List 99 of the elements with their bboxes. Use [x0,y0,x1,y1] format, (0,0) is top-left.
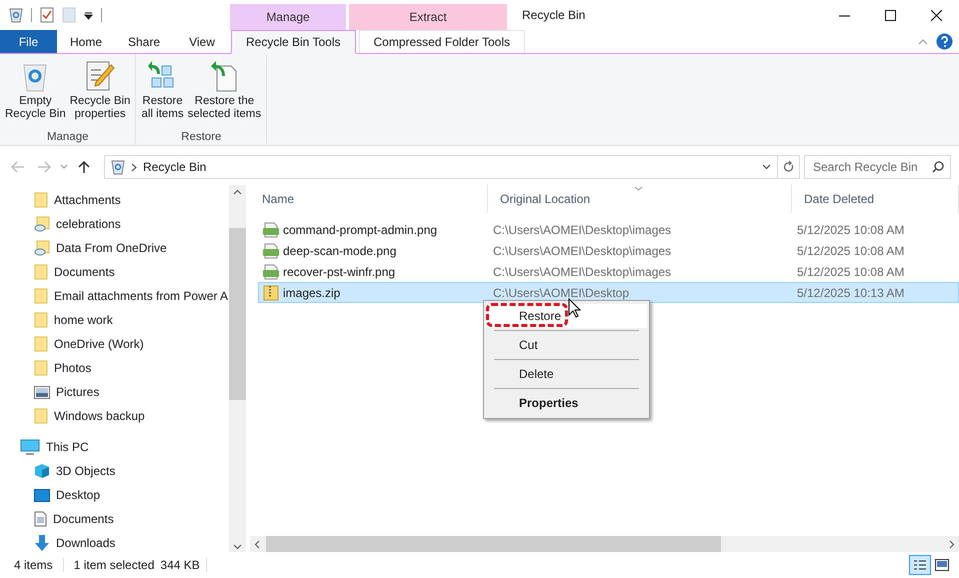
nav-item[interactable]: Documents [0,507,229,531]
image-file-icon [263,222,279,238]
scroll-up-icon[interactable] [233,189,242,195]
image-file-icon [263,242,279,258]
nav-item[interactable]: Documents [0,260,229,284]
nav-item[interactable]: This PC [0,435,229,459]
file-row[interactable]: command-prompt-admin.png C:\Users\AOMEI\Desktop\images 5/12/2025 10:08 AM [258,219,959,240]
ribbon-button[interactable]: Empty Recycle Bin [4,58,67,131]
dropdown-icon[interactable] [84,10,93,20]
ribbon-button[interactable]: Restore the selected items [186,58,262,131]
desktop-icon [34,488,50,502]
search-field[interactable]: Search Recycle Bin [804,155,951,179]
nav-item[interactable]: OneDrive (Work) [0,332,229,356]
folder-icon [34,360,48,376]
scroll-right-icon[interactable] [949,540,955,548]
restore-selected-icon [209,60,240,92]
zip-folder-icon [263,284,279,300]
vertical-scrollbar[interactable] [229,185,246,552]
pictures-icon [34,386,50,398]
horizontal-scrollbar[interactable] [250,536,959,552]
download-arrow-icon [34,535,50,551]
folder-icon [34,288,48,304]
checklist-icon[interactable] [40,7,54,23]
folder-icon [34,408,48,424]
refresh-icon [783,161,794,173]
details-list-icon [913,559,927,571]
group-label: Manage [46,131,90,143]
computer-icon [20,438,40,456]
recycle-bin-icon [111,160,125,174]
column-header[interactable]: Date Deleted [792,185,959,213]
status-text: 4 items [14,558,54,572]
linked-folder-icon [34,240,50,256]
nav-item[interactable]: 3D Objects [0,459,229,483]
nav-item[interactable]: Email attachments from Power A [0,284,229,308]
ribbon-tab[interactable]: File [0,30,57,53]
file-name: images.zip [283,286,340,300]
collapse-ribbon-icon[interactable] [918,38,928,44]
dropdown-icon[interactable] [762,164,771,170]
status-text: 344 KB [160,558,200,572]
image-file-icon [263,264,279,280]
nav-item[interactable]: celebrations [0,212,229,236]
address-path: Recycle Bin [143,160,206,174]
folder-icon [34,192,48,208]
search-icon [932,161,944,173]
folder-icon [34,336,48,352]
folder-icon [34,264,48,280]
group-label: Restore [180,131,222,143]
properties-pencil-icon [85,60,116,92]
ribbon-button[interactable]: Recycle Bin properties [68,58,132,131]
nav-item[interactable]: Attachments [0,188,229,212]
nav-item[interactable]: Downloads [0,531,229,552]
nav-item[interactable]: Pictures [0,380,229,404]
large-icons-icon [935,559,949,571]
file-name: recover-pst-winfr.png [283,264,396,278]
forward-arrow-icon [37,161,51,173]
scroll-left-icon[interactable] [254,540,260,548]
cursor-icon [568,298,581,318]
status-text: 1 item selected [74,558,154,572]
scroll-down-icon[interactable] [233,544,242,550]
date-deleted: 5/12/2025 10:08 AM [797,244,906,258]
menu-item[interactable]: Delete [486,362,647,386]
column-header[interactable]: Original Location [488,185,792,213]
ribbon-tab[interactable]: Compressed Folder Tools [358,30,526,53]
file-row[interactable]: images.zip C:\Users\AOMEI\Desktop 5/12/2025 10:13 AM [258,282,959,303]
menu-item[interactable]: Cut [486,333,647,357]
file-name: command-prompt-admin.png [283,222,438,236]
menu-item[interactable]: Properties [486,391,647,415]
file-row[interactable]: deep-scan-mode.png C:\Users\AOMEI\Desktop\images 5/12/2025 10:08 AM [258,240,959,261]
cube-icon [34,463,50,479]
window-title: Recycle Bin [522,8,586,22]
folder-icon [34,312,48,328]
context-tab-header: Manage [230,4,346,30]
sort-caret-icon [634,186,643,191]
back-arrow-icon [11,161,25,173]
date-deleted: 5/12/2025 10:08 AM [797,264,906,278]
context-tab-header: Extract [349,4,507,30]
maximize-icon [884,10,896,20]
nav-item[interactable]: Data From OneDrive [0,236,229,260]
file-row[interactable]: recover-pst-winfr.png C:\Users\AOMEI\Desktop\images 5/12/2025 10:08 AM [258,261,959,282]
nav-item[interactable]: Windows backup [0,404,229,428]
column-header[interactable]: Name [250,185,488,213]
recycle-bin-icon[interactable] [9,7,23,23]
close-icon [930,10,942,20]
ribbon-tab[interactable]: Recycle Bin Tools [231,30,356,54]
nav-item[interactable]: Desktop [0,483,229,507]
ribbon-button[interactable]: Restore all items [140,58,185,131]
date-deleted: 5/12/2025 10:08 AM [797,222,906,236]
details-view-button[interactable] [909,555,931,575]
document-icon [34,511,47,527]
up-arrow-icon [78,160,90,174]
address-field[interactable]: Recycle Bin [104,155,778,179]
file-name: deep-scan-mode.png [283,244,396,258]
nav-item[interactable]: home work [0,308,229,332]
linked-folder-icon [34,216,50,232]
chevron-icon [131,162,137,172]
nav-item[interactable]: Photos [0,356,229,380]
date-deleted: 5/12/2025 10:13 AM [797,286,906,300]
help-icon[interactable] [936,33,953,50]
refresh-button[interactable] [778,155,800,179]
